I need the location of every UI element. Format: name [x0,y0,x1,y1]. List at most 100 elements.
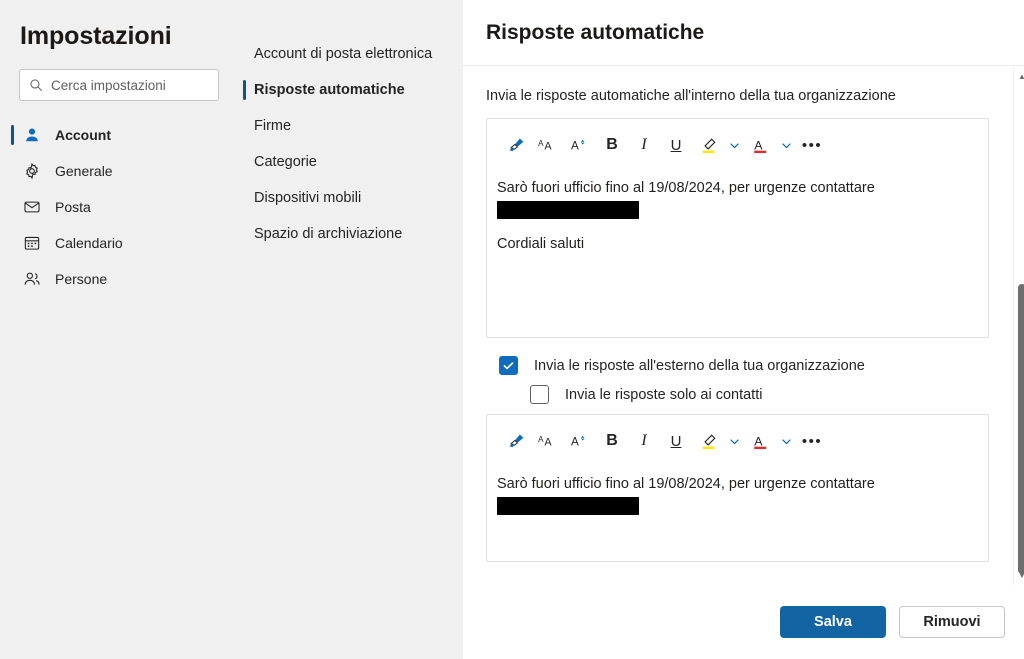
italic-button[interactable]: I [629,426,659,456]
sidebar-item-persone[interactable]: Persone [0,261,238,297]
active-indicator-bar [11,125,14,145]
internal-reply-text[interactable]: Sarò fuori ufficio fino al 19/08/2024, p… [487,171,988,256]
editor-toolbar: A A A B I U [487,415,988,467]
save-button[interactable]: Salva [780,606,886,638]
bold-button[interactable]: B [597,426,627,456]
gear-icon [22,161,42,181]
scrollbar-thumb[interactable] [1018,284,1024,574]
sidebar-item-label: Generale [55,163,113,179]
sidebar-item-label: Account [55,127,111,143]
active-indicator-bar [11,269,14,289]
font-size-icon[interactable]: A [565,426,595,456]
svg-text:A: A [544,141,552,153]
bold-button[interactable]: B [597,130,627,160]
subnav-item-label: Dispositivi mobili [254,190,361,206]
reply-line-1: Sarò fuori ufficio fino al 19/08/2024, p… [497,177,976,199]
checkbox-unchecked-icon[interactable] [530,385,549,404]
settings-subnav: Account di posta elettronica Risposte au… [238,0,463,659]
svg-text:A: A [544,437,552,449]
chevron-down-icon[interactable] [725,426,743,456]
content-scroll-area: Invia le risposte automatiche all'intern… [463,66,1024,585]
people-icon [22,269,42,289]
active-indicator-bar [243,44,246,64]
subnav-item-label: Account di posta elettronica [254,46,432,62]
chevron-down-icon[interactable] [777,426,795,456]
more-options-icon[interactable]: ••• [797,130,827,160]
search-icon [29,78,43,92]
underline-button[interactable]: U [661,426,691,456]
external-reply-editor[interactable]: A A A B I U [486,414,989,562]
svg-text:A: A [571,436,579,449]
action-bar: Salva Rimuovi [463,585,1024,659]
content-header: Risposte automatiche [463,0,1024,66]
person-icon [22,125,42,145]
content-panel: Risposte automatiche Invia le risposte a… [463,0,1024,659]
active-indicator-bar [243,152,246,172]
contacts-only-checkbox-row[interactable]: Invia le risposte solo ai contatti [530,385,989,404]
format-painter-icon[interactable] [501,426,531,456]
sidebar-item-posta[interactable]: Posta [0,189,238,225]
editor-toolbar: A A A B I U [487,119,988,171]
svg-text:A: A [754,434,763,448]
page-title: Impostazioni [20,22,238,51]
highlight-icon[interactable] [693,426,723,456]
sidebar-item-label: Persone [55,271,107,287]
active-indicator-bar [11,233,14,253]
checkbox-label: Invia le risposte all'esterno della tua … [534,358,865,374]
underline-button[interactable]: U [661,130,691,160]
reply-line-1: Sarò fuori ufficio fino al 19/08/2024, p… [497,473,976,495]
svg-text:A: A [754,138,763,152]
external-reply-text[interactable]: Sarò fuori ufficio fino al 19/08/2024, p… [487,467,988,515]
internal-reply-editor[interactable]: A A A B I U [486,118,989,338]
subnav-item-firme[interactable]: Firme [238,108,463,144]
external-replies-checkbox-row[interactable]: Invia le risposte all'esterno della tua … [499,356,989,375]
subnav-item-label: Categorie [254,154,317,170]
content-title: Risposte automatiche [486,21,704,45]
remove-button[interactable]: Rimuovi [899,606,1005,638]
svg-text:A: A [538,435,544,444]
font-color-icon[interactable]: A [745,426,775,456]
scroll-down-arrow-icon[interactable]: ▼ [1014,567,1024,583]
checkbox-label: Invia le risposte solo ai contatti [565,387,762,403]
sidebar-item-generale[interactable]: Generale [0,153,238,189]
active-indicator-bar [243,224,246,244]
calendar-icon [22,233,42,253]
sidebar-item-label: Posta [55,199,91,215]
search-input[interactable] [51,78,209,93]
italic-button[interactable]: I [629,130,659,160]
subnav-item-spazio-archiviazione[interactable]: Spazio di archiviazione [238,216,463,252]
internal-replies-label: Invia le risposte automatiche all'intern… [486,88,989,104]
chevron-down-icon[interactable] [725,130,743,160]
active-indicator-bar [243,80,246,100]
subnav-item-account-posta[interactable]: Account di posta elettronica [238,36,463,72]
svg-text:A: A [538,139,544,148]
envelope-icon [22,197,42,217]
highlight-icon[interactable] [693,130,723,160]
settings-window: Impostazioni Account [0,0,1024,659]
chevron-down-icon[interactable] [777,130,795,160]
scroll-up-arrow-icon[interactable]: ▲ [1014,68,1024,84]
subnav-item-risposte-automatiche[interactable]: Risposte automatiche [238,72,463,108]
svg-text:A: A [571,140,579,153]
active-indicator-bar [243,116,246,136]
vertical-scrollbar[interactable]: ▲ ▼ [1013,66,1024,585]
active-indicator-bar [11,161,14,181]
font-color-icon[interactable]: A [745,130,775,160]
subnav-item-categorie[interactable]: Categorie [238,144,463,180]
font-size-icon[interactable]: A [565,130,595,160]
format-painter-icon[interactable] [501,130,531,160]
subnav-item-label: Firme [254,118,291,134]
checkbox-checked-icon[interactable] [499,356,518,375]
redacted-contact-bar [497,201,639,219]
subnav-item-dispositivi-mobili[interactable]: Dispositivi mobili [238,180,463,216]
active-indicator-bar [11,197,14,217]
reply-line-2: Cordiali saluti [497,233,976,255]
subnav-item-label: Risposte automatiche [254,82,405,98]
font-family-icon[interactable]: A A [533,426,563,456]
redacted-contact-bar [497,497,639,515]
more-options-icon[interactable]: ••• [797,426,827,456]
search-box[interactable] [19,69,219,101]
sidebar-item-calendario[interactable]: Calendario [0,225,238,261]
font-family-icon[interactable]: A A [533,130,563,160]
sidebar-item-account[interactable]: Account [0,117,238,153]
